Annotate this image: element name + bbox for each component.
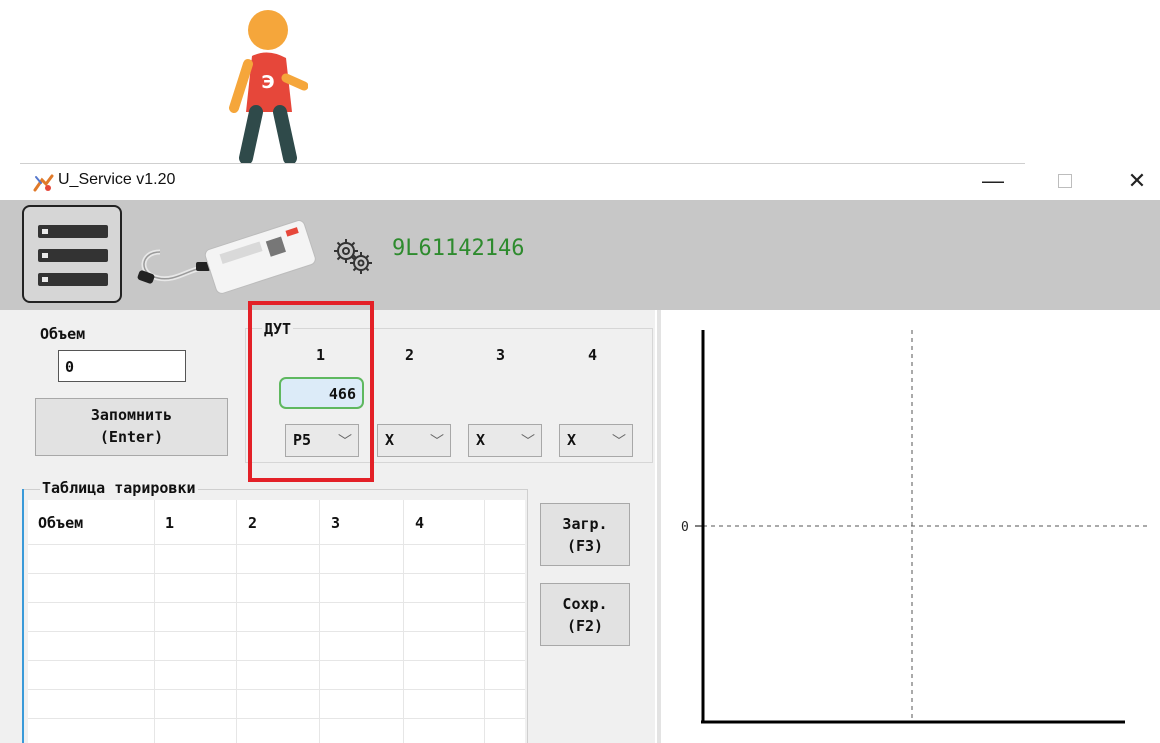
save-file-button[interactable]: Сохр. (F2) — [540, 583, 630, 646]
volume-input[interactable]: 0 — [58, 350, 186, 382]
calibration-chart: 0 — [681, 330, 1147, 724]
minimize-button[interactable]: — — [968, 164, 1018, 198]
server-button[interactable] — [22, 205, 122, 303]
sensor-device-image — [137, 220, 316, 294]
table-header-1: 1 — [165, 514, 175, 532]
dut-column-2: 2 — [405, 346, 415, 364]
calibration-table-label: Таблица тарировки — [40, 479, 198, 497]
dut2-protocol-select[interactable]: X ﹀ — [377, 424, 451, 457]
settings-gear-icon[interactable] — [330, 236, 376, 276]
maximize-button[interactable] — [1040, 164, 1090, 198]
load-button[interactable]: Загр. (F3) — [540, 503, 630, 566]
remember-button-shortcut: (Enter) — [99, 428, 164, 446]
dut-column-3: 3 — [496, 346, 506, 364]
save-file-button-label: Сохр. — [562, 595, 608, 613]
save-file-button-shortcut: (F2) — [566, 617, 604, 635]
dut4-protocol-select[interactable]: X ﹀ — [559, 424, 633, 457]
dut-column-4: 4 — [588, 346, 598, 364]
volume-label: Объем — [40, 325, 86, 343]
device-serial-number: 9L61142146 — [392, 236, 525, 261]
dut3-protocol-value: X — [476, 431, 486, 449]
app-icon — [33, 174, 54, 192]
table-header-2: 2 — [248, 514, 258, 532]
chevron-down-icon: ﹀ — [521, 434, 535, 450]
chart-y-tick-label: 0 — [681, 520, 689, 535]
calibration-table[interactable]: Объем 1 2 3 4 — [28, 500, 525, 743]
dut4-protocol-value: X — [567, 431, 577, 449]
dut2-protocol-value: X — [385, 431, 395, 449]
table-header-volume: Объем — [38, 514, 84, 532]
load-button-shortcut: (F3) — [566, 537, 604, 555]
dut3-protocol-select[interactable]: X ﹀ — [468, 424, 542, 457]
table-left-accent — [22, 489, 24, 743]
server-icon — [38, 225, 108, 238]
window-title: U_Service v1.20 — [58, 171, 176, 188]
remember-button[interactable]: Запомнить (Enter) — [35, 398, 228, 456]
mascot-badge: Э — [261, 72, 274, 93]
load-button-label: Загр. — [562, 515, 608, 533]
table-header-4: 4 — [415, 514, 425, 532]
mascot-illustration: Э — [229, 10, 308, 164]
table-header-3: 3 — [331, 514, 341, 532]
highlight-box — [248, 301, 374, 482]
remember-button-label: Запомнить — [90, 406, 173, 424]
close-button[interactable]: ✕ — [1112, 164, 1160, 198]
chevron-down-icon: ﹀ — [430, 434, 444, 450]
maximize-icon — [1058, 174, 1072, 188]
chevron-down-icon: ﹀ — [612, 434, 626, 450]
